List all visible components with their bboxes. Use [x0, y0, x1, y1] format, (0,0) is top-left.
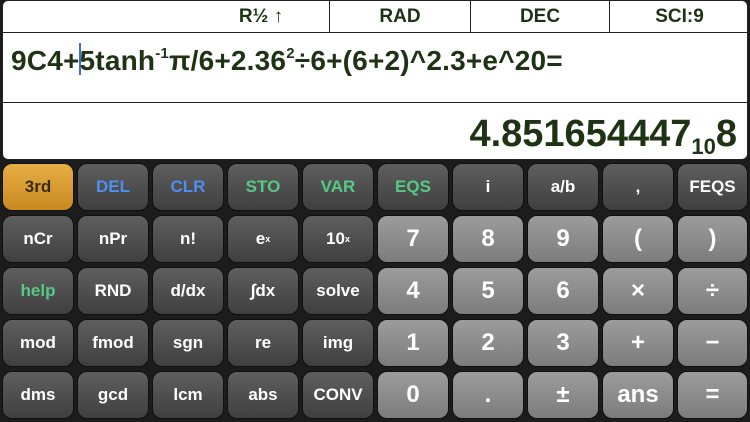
- store-button[interactable]: STO: [227, 163, 299, 211]
- gcd-button[interactable]: gcd: [77, 371, 149, 419]
- expression-part: 9C4+: [11, 45, 80, 76]
- variable-button[interactable]: VAR: [302, 163, 374, 211]
- delete-button[interactable]: DEL: [77, 163, 149, 211]
- angle-mode-indicator[interactable]: RAD: [330, 1, 470, 32]
- negate-button[interactable]: ±: [527, 371, 599, 419]
- expression-part: 5tanh: [79, 45, 156, 76]
- solve-button[interactable]: solve: [302, 267, 374, 315]
- calculator-display: R½ ↑ RAD DEC SCI:9 9C4+5tanh-1π/6+2.362÷…: [2, 0, 748, 160]
- derivative-button[interactable]: d/dx: [152, 267, 224, 315]
- third-function-button[interactable]: 3rd: [2, 163, 74, 211]
- result-base: 10: [691, 134, 716, 159]
- real-part-button[interactable]: re: [227, 319, 299, 367]
- power-of-ten-superscript: x: [344, 234, 350, 244]
- digit-7-button[interactable]: 7: [377, 215, 449, 263]
- sign-button[interactable]: sgn: [152, 319, 224, 367]
- minus-button[interactable]: −: [677, 319, 748, 367]
- help-button[interactable]: help: [2, 267, 74, 315]
- comma-button[interactable]: ,: [602, 163, 674, 211]
- expression-part: ÷6+(6+2)^2.3+e^20=: [294, 45, 563, 76]
- expression-part: π/6+2.36: [168, 45, 287, 76]
- fraction-button[interactable]: a/b: [527, 163, 599, 211]
- result-value: 4.851654447108: [469, 113, 737, 159]
- clear-button[interactable]: CLR: [152, 163, 224, 211]
- close-paren-button[interactable]: ): [677, 215, 748, 263]
- keypad: 3rd DEL CLR STO VAR EQS i a/b , FEQS nCr…: [0, 160, 750, 422]
- equals-button[interactable]: =: [677, 371, 748, 419]
- combination-button[interactable]: nCr: [2, 215, 74, 263]
- multiply-button[interactable]: ×: [602, 267, 674, 315]
- expression-line[interactable]: 9C4+5tanh-1π/6+2.362÷6+(6+2)^2.3+e^20=: [3, 33, 747, 103]
- mod-button[interactable]: mod: [2, 319, 74, 367]
- lcm-button[interactable]: lcm: [152, 371, 224, 419]
- decimal-point-button[interactable]: .: [452, 371, 524, 419]
- expression-text[interactable]: 9C4+5tanh-1π/6+2.362÷6+(6+2)^2.3+e^20=: [11, 43, 563, 77]
- divide-button[interactable]: ÷: [677, 267, 748, 315]
- round-button[interactable]: RND: [77, 267, 149, 315]
- exp-button[interactable]: ex: [227, 215, 299, 263]
- answer-button[interactable]: ans: [602, 371, 674, 419]
- power-of-ten-button[interactable]: 10 x: [302, 215, 374, 263]
- digit-1-button[interactable]: 1: [377, 319, 449, 367]
- status-bar: R½ ↑ RAD DEC SCI:9: [3, 1, 747, 33]
- convert-button[interactable]: CONV: [302, 371, 374, 419]
- mode-indicator[interactable]: R½ ↑: [193, 1, 329, 32]
- abs-button[interactable]: abs: [227, 371, 299, 419]
- dms-button[interactable]: dms: [2, 371, 74, 419]
- digit-5-button[interactable]: 5: [452, 267, 524, 315]
- open-paren-button[interactable]: (: [602, 215, 674, 263]
- exp-label: e: [255, 229, 266, 248]
- digit-9-button[interactable]: 9: [527, 215, 599, 263]
- inverse-superscript: -1: [155, 45, 169, 62]
- imaginary-unit-button[interactable]: i: [452, 163, 524, 211]
- factorial-button[interactable]: n!: [152, 215, 224, 263]
- digit-6-button[interactable]: 6: [527, 267, 599, 315]
- exp-superscript: x: [265, 234, 271, 244]
- fmod-button[interactable]: fmod: [77, 319, 149, 367]
- result-mantissa: 4.851654447: [469, 113, 692, 155]
- permutation-button[interactable]: nPr: [77, 215, 149, 263]
- result-exponent: 8: [715, 113, 737, 155]
- digit-8-button[interactable]: 8: [452, 215, 524, 263]
- integral-button[interactable]: ∫dx: [227, 267, 299, 315]
- digit-0-button[interactable]: 0: [377, 371, 449, 419]
- digit-2-button[interactable]: 2: [452, 319, 524, 367]
- number-base-indicator[interactable]: DEC: [471, 1, 609, 32]
- digit-3-button[interactable]: 3: [527, 319, 599, 367]
- power-of-ten-label: 10: [326, 229, 345, 248]
- digit-4-button[interactable]: 4: [377, 267, 449, 315]
- square-superscript: 2: [286, 45, 295, 62]
- imaginary-part-button[interactable]: img: [302, 319, 374, 367]
- plus-button[interactable]: +: [602, 319, 674, 367]
- display-format-indicator[interactable]: SCI:9: [610, 1, 747, 32]
- feqs-button[interactable]: FEQS: [677, 163, 748, 211]
- equations-button[interactable]: EQS: [377, 163, 449, 211]
